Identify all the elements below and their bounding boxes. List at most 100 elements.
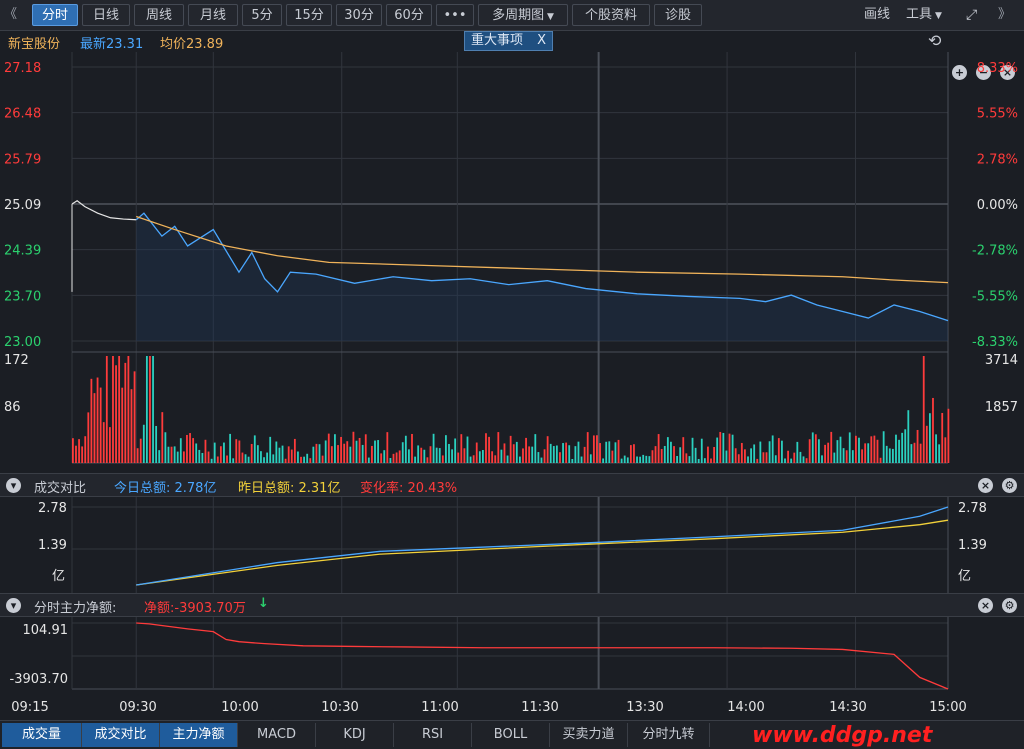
volume-bar — [531, 446, 534, 463]
volume-bar — [272, 454, 275, 463]
indicator-tab-7[interactable]: 买卖力道 — [550, 723, 628, 747]
compare-settings-icon[interactable]: ⚙ — [1002, 478, 1017, 493]
collapse-net-icon[interactable]: ▾ — [6, 598, 21, 613]
forward-arrow-icon[interactable]: 》 — [998, 4, 1011, 26]
compare-lines — [136, 506, 949, 586]
period-tab-label: 周线 — [145, 8, 172, 23]
volume-bar — [435, 447, 438, 463]
volume-bar — [297, 451, 299, 463]
volume-bar — [707, 446, 709, 463]
period-tab-8[interactable]: ••• — [436, 4, 474, 26]
volume-bar — [244, 454, 247, 463]
chevron-down-icon: ▼ — [544, 12, 554, 22]
net-close-icon[interactable]: × — [978, 598, 993, 613]
volume-bar — [633, 444, 635, 463]
period-tab-2[interactable]: 周线 — [134, 4, 184, 26]
volume-bar — [861, 449, 863, 463]
net-settings-icon[interactable]: ⚙ — [1002, 598, 1017, 613]
indicator-tab-0[interactable]: 成交量 — [2, 723, 82, 747]
volume-bar — [867, 443, 870, 463]
volume-bar — [139, 438, 142, 463]
indicator-tab-1[interactable]: 成交对比 — [82, 723, 160, 747]
volume-bar — [226, 455, 228, 463]
volume-bar — [380, 453, 383, 463]
volume-bar — [802, 456, 805, 463]
time-tick: 09:30 — [119, 700, 156, 715]
volume-bar — [445, 435, 447, 463]
expand-icon[interactable]: ⤢ — [966, 4, 977, 26]
volume-bar — [149, 356, 151, 463]
volume-bar — [552, 446, 555, 463]
volume-bar — [676, 456, 679, 463]
volume-bar — [784, 458, 786, 463]
time-tick: 10:00 — [221, 700, 258, 715]
volume-bar — [266, 452, 269, 463]
volume-bar — [238, 440, 241, 463]
volume-bar — [260, 451, 262, 463]
volume-bar — [636, 456, 638, 463]
draw-line-button[interactable]: 画线 — [864, 4, 890, 26]
volume-bar — [102, 422, 105, 463]
compare-close-icon[interactable]: × — [978, 478, 993, 493]
tools-button[interactable]: 工具 ▼ — [906, 4, 942, 26]
indicator-tab-4[interactable]: KDJ — [316, 723, 394, 747]
volume-bar — [719, 431, 722, 463]
volume-bar — [555, 445, 558, 463]
volume-bar — [355, 440, 358, 463]
volume-bar — [574, 446, 577, 463]
volume-bar — [546, 436, 549, 463]
pct-tick-right: -8.33% — [972, 335, 1018, 350]
volume-bar — [771, 435, 774, 463]
volume-bar — [460, 434, 463, 463]
volume-bar — [543, 449, 546, 463]
period-tab-6[interactable]: 30分 — [336, 4, 382, 26]
net-amount: 净额:-3903.70万 — [144, 601, 246, 616]
intraday-chart: 27.18 8.33% 26.48 5.55% 25.79 2.78% 25.09 0.00%… — [4, 52, 1018, 464]
period-tab-7[interactable]: 60分 — [386, 4, 432, 26]
volume-bar — [537, 452, 540, 463]
volume-bar — [281, 445, 284, 463]
indicator-tab-8[interactable]: 分时九转 — [628, 723, 710, 747]
period-tab-11[interactable]: 诊股 — [654, 4, 702, 26]
undo-icon[interactable]: ⟲ — [928, 31, 941, 50]
volume-bar — [318, 444, 321, 463]
close-event-icon[interactable]: X — [537, 33, 546, 48]
volume-bar — [417, 445, 420, 463]
volume-bar — [457, 452, 460, 463]
major-event-tag[interactable]: 重大事项 X — [464, 31, 554, 51]
volume-bar — [944, 437, 947, 463]
period-tab-1[interactable]: 日线 — [82, 4, 130, 26]
volume-bar — [87, 412, 90, 463]
period-tab-9[interactable]: 多周期图 ▼ — [478, 4, 568, 26]
back-arrow-icon[interactable]: 《 — [4, 4, 17, 26]
volume-bar — [204, 439, 207, 463]
period-tab-3[interactable]: 月线 — [188, 4, 238, 26]
compare-tick-left: 2.78 — [38, 501, 67, 516]
volume-bar — [133, 371, 136, 463]
volume-bar — [451, 449, 453, 463]
indicator-tab-5[interactable]: RSI — [394, 723, 472, 747]
volume-bar — [491, 451, 494, 463]
volume-bar — [161, 412, 164, 463]
indicator-tab-2[interactable]: 主力净额 — [160, 723, 238, 747]
period-tab-10[interactable]: 个股资料 — [572, 4, 650, 26]
volume-tick-left: 172 — [4, 353, 29, 368]
volume-bar — [263, 457, 265, 463]
volume-bar — [790, 458, 793, 463]
volume-bar — [747, 456, 749, 463]
volume-bar — [485, 433, 487, 463]
volume-bar — [824, 444, 826, 463]
period-tab-0[interactable]: 分时 — [32, 4, 78, 26]
period-tab-4[interactable]: 5分 — [242, 4, 282, 26]
period-tab-5[interactable]: 15分 — [286, 4, 332, 26]
time-tick: 11:30 — [521, 700, 558, 715]
period-tab-label: 日线 — [92, 8, 119, 23]
volume-bar — [284, 458, 287, 463]
volume-bar — [759, 441, 762, 463]
compare-title: 成交对比 — [34, 481, 87, 496]
indicator-tab-6[interactable]: BOLL — [472, 723, 550, 747]
volume-bar — [432, 433, 435, 463]
volume-bar — [75, 445, 77, 463]
indicator-tab-3[interactable]: MACD — [238, 723, 316, 747]
collapse-compare-icon[interactable]: ▾ — [6, 478, 21, 493]
